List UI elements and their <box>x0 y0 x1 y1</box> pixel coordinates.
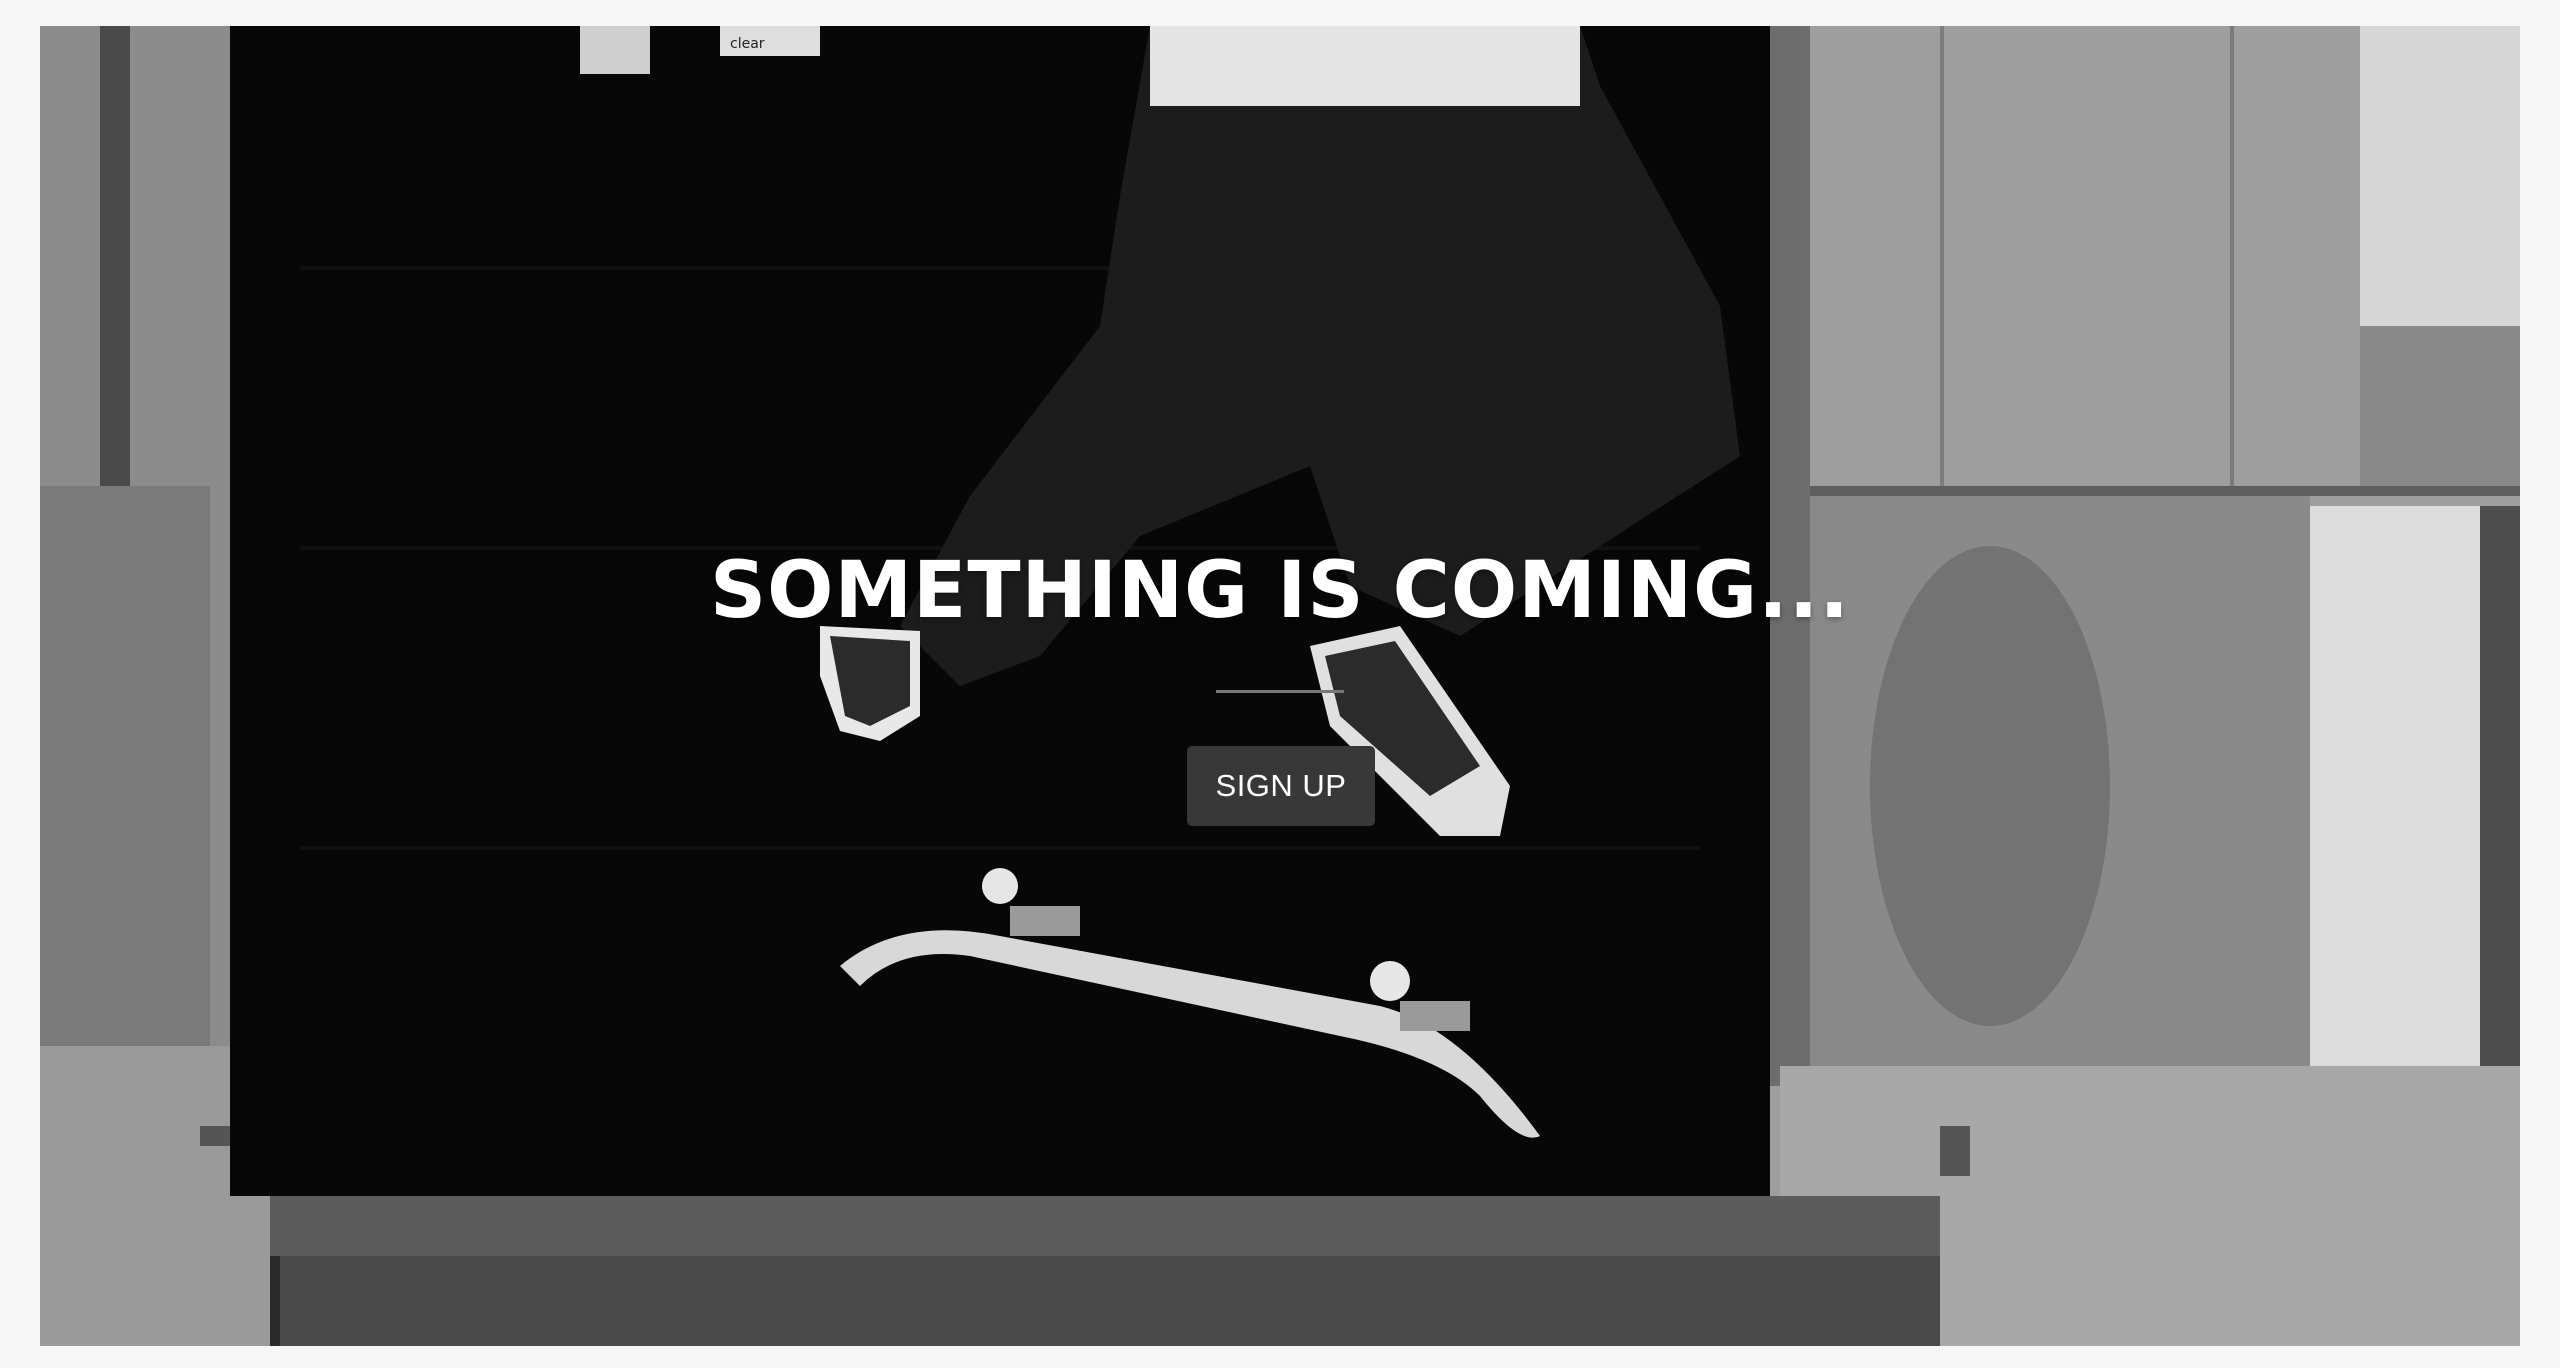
page-title: SOMETHING IS COMING... <box>709 546 1851 636</box>
hero-overlay: SOMETHING IS COMING... SIGN UP <box>40 26 2520 1346</box>
hero-section: clear SOMETHING IS COMING... SIGN UP <box>40 26 2520 1346</box>
title-divider <box>1216 690 1344 693</box>
sign-up-button[interactable]: SIGN UP <box>1187 746 1375 826</box>
